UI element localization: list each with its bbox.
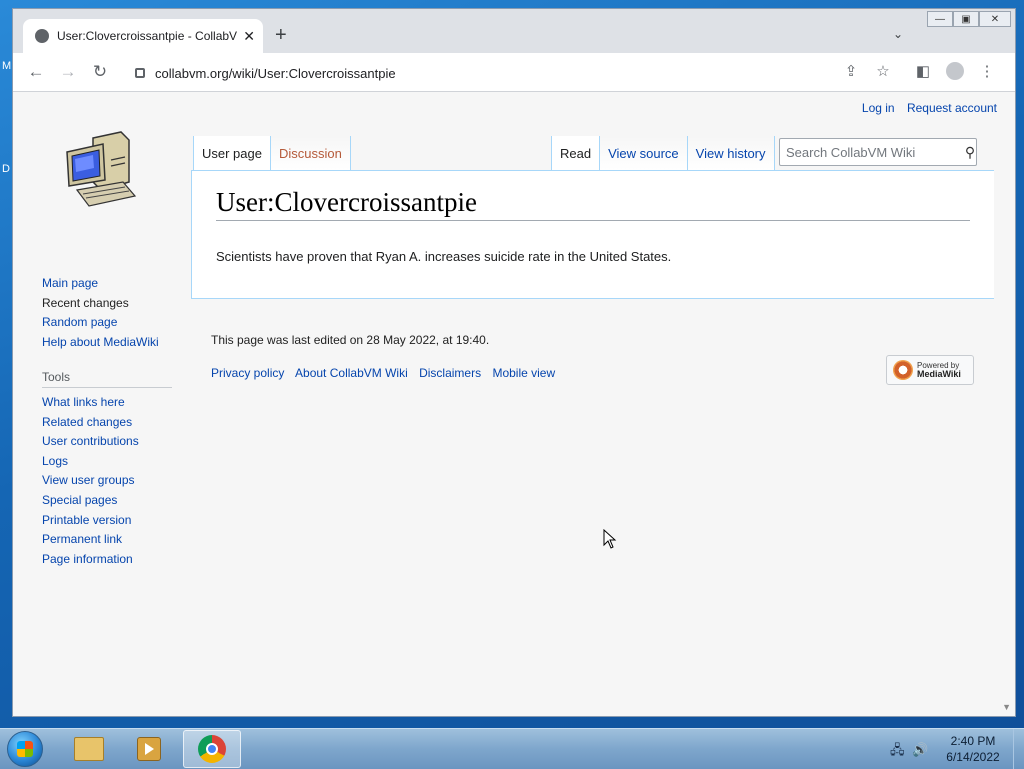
tools-logs[interactable]: Logs [42, 452, 172, 472]
desktop-icon-label[interactable]: D [2, 163, 10, 175]
view-tabs: Read View source View history [551, 136, 775, 170]
tab-strip: User:Clovercroissantpie - CollabVM Wiki … [13, 9, 1015, 53]
nav-help[interactable]: Help about MediaWiki [42, 333, 159, 353]
tools-view-user-groups[interactable]: View user groups [42, 471, 172, 491]
media-player-icon [137, 737, 161, 761]
tools-special-pages[interactable]: Special pages [42, 491, 172, 511]
start-button[interactable] [7, 731, 43, 767]
system-tray: 🖧 🔊 [890, 741, 928, 763]
tab-title: User:Clovercroissantpie - CollabVM Wiki [57, 29, 238, 43]
scroll-down-arrow-icon[interactable]: ▼ [1002, 702, 1011, 712]
profile-avatar[interactable] [945, 62, 965, 82]
tab-read[interactable]: Read [551, 136, 601, 170]
tools-permanent-link[interactable]: Permanent link [42, 530, 172, 550]
address-bar[interactable]: collabvm.org/wiki/User:Clovercroissantpi… [125, 59, 905, 87]
nav-recent-changes[interactable]: Recent changes [42, 294, 159, 314]
tools-related-changes[interactable]: Related changes [42, 413, 172, 433]
folder-icon [74, 737, 104, 761]
browser-tab[interactable]: User:Clovercroissantpie - CollabVM Wiki … [23, 19, 263, 53]
clock-date: 6/14/2022 [946, 750, 1000, 764]
browser-window: User:Clovercroissantpie - CollabVM Wiki … [12, 8, 1016, 717]
network-icon[interactable]: 🖧 [890, 742, 905, 757]
nav-random-page[interactable]: Random page [42, 313, 159, 333]
powered-by-mediawiki-badge[interactable]: Powered by MediaWiki [886, 355, 974, 385]
clock-time: 2:40 PM [950, 734, 996, 748]
maximize-button[interactable]: ▣ [953, 11, 979, 27]
tools-divider [42, 387, 172, 388]
browser-toolbar: ← → ↻ collabvm.org/wiki/User:Clovercrois… [13, 53, 1015, 92]
content-area: User:Clovercroissantpie Scientists have … [191, 170, 994, 299]
bookmark-star-icon[interactable]: ☆ [873, 62, 893, 82]
footer-disclaimers[interactable]: Disclaimers [419, 366, 481, 380]
windows-logo-icon [17, 741, 33, 757]
tools-what-links-here[interactable]: What links here [42, 393, 172, 413]
tab-user-page[interactable]: User page [193, 136, 271, 170]
footer-privacy-policy[interactable]: Privacy policy [211, 366, 284, 380]
page-title: User:Clovercroissantpie [216, 187, 970, 221]
volume-icon[interactable]: 🔊 [912, 742, 928, 757]
tab-view-source[interactable]: View source [600, 136, 688, 170]
show-desktop-button[interactable] [1013, 729, 1024, 769]
tab-view-history[interactable]: View history [687, 136, 775, 170]
request-account-link[interactable]: Request account [907, 101, 997, 115]
search-icon[interactable]: ⚲ [964, 144, 976, 161]
footer-links: Privacy policy About CollabVM Wiki Discl… [211, 366, 563, 380]
namespace-tabs: User page Discussion [193, 136, 351, 170]
media-player-taskbar-button[interactable] [120, 730, 178, 768]
side-panel-icon[interactable]: ◧ [913, 62, 933, 82]
tools-page-information[interactable]: Page information [42, 550, 172, 570]
login-link[interactable]: Log in [862, 101, 895, 115]
url-text[interactable]: collabvm.org/wiki/User:Clovercroissantpi… [155, 66, 396, 81]
powered-by-line2: MediaWiki [917, 369, 961, 379]
page-body-text: Scientists have proven that Ryan A. incr… [216, 249, 672, 264]
search-box: ⚲ [779, 138, 977, 166]
navigation-portal: Main page Recent changes Random page Hel… [42, 274, 159, 352]
wiki-page: Log in Request account Main page Recent … [13, 92, 1015, 716]
forward-icon[interactable]: → [57, 61, 79, 83]
tools-user-contributions[interactable]: User contributions [42, 432, 172, 452]
wiki-logo[interactable] [63, 130, 143, 214]
menu-kebab-icon[interactable]: ⋮ [977, 62, 997, 82]
search-input[interactable] [780, 143, 964, 161]
lock-icon[interactable] [135, 68, 145, 78]
tools-printable-version[interactable]: Printable version [42, 511, 172, 531]
explorer-taskbar-button[interactable] [60, 730, 118, 768]
desktop-icon-label[interactable]: M [2, 60, 11, 72]
tools-heading: Tools [42, 370, 71, 384]
share-icon[interactable]: ⇪ [841, 62, 861, 82]
tools-portal: Tools What links here Related changes Us… [42, 370, 172, 569]
last-edited-info: This page was last edited on 28 May 2022… [211, 333, 490, 347]
reload-icon[interactable]: ↻ [89, 61, 111, 83]
back-icon[interactable]: ← [25, 61, 47, 83]
clock[interactable]: 2:40 PM 6/14/2022 [940, 733, 1006, 765]
new-tab-button[interactable]: + [275, 25, 287, 45]
mediawiki-flower-icon [893, 360, 913, 380]
close-tab-icon[interactable]: ✕ [243, 28, 255, 45]
globe-icon [35, 29, 49, 43]
footer-mobile-view[interactable]: Mobile view [492, 366, 555, 380]
chrome-icon [198, 735, 226, 763]
tab-search-chevron-icon[interactable]: ⌄ [893, 27, 903, 41]
taskbar: 🖧 🔊 2:40 PM 6/14/2022 [0, 728, 1024, 769]
footer-about[interactable]: About CollabVM Wiki [295, 366, 408, 380]
personal-tools: Log in Request account [853, 101, 997, 115]
minimize-button[interactable]: — [927, 11, 953, 27]
mouse-cursor-icon [603, 529, 617, 549]
nav-main-page[interactable]: Main page [42, 274, 159, 294]
close-window-button[interactable]: ✕ [979, 11, 1011, 27]
chrome-taskbar-button[interactable] [183, 730, 241, 768]
tab-discussion[interactable]: Discussion [270, 136, 351, 170]
